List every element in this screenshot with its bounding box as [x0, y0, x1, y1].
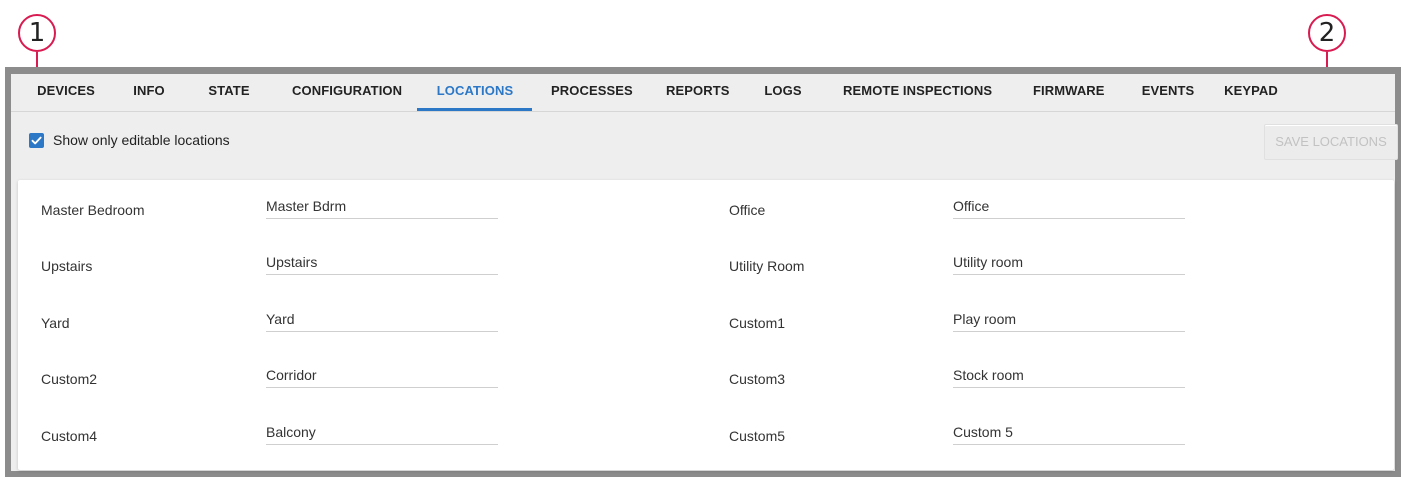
tab-events[interactable]: EVENTS	[1141, 74, 1195, 111]
location-input[interactable]: Office	[953, 197, 1185, 219]
tab-state[interactable]: STATE	[205, 74, 253, 111]
location-name: Yard	[41, 315, 70, 331]
editable-filter-label[interactable]: Show only editable locations	[53, 132, 230, 148]
tab-configuration[interactable]: CONFIGURATION	[292, 74, 402, 111]
location-input[interactable]: Corridor	[266, 366, 498, 388]
tab-bar: DEVICES INFO STATE CONFIGURATION LOCATIO…	[11, 74, 1395, 112]
location-input[interactable]: Stock room	[953, 366, 1185, 388]
location-name: Custom4	[41, 428, 98, 444]
tab-devices[interactable]: DEVICES	[37, 74, 95, 111]
tab-firmware[interactable]: FIRMWARE	[1033, 74, 1104, 111]
callout-marker-2: 2	[1308, 14, 1346, 52]
location-name: Master Bedroom	[41, 202, 145, 218]
tab-info[interactable]: INFO	[130, 74, 168, 111]
callout-marker-1: 1	[18, 14, 56, 52]
location-name: Custom1	[729, 315, 786, 331]
tab-keypad[interactable]: KEYPAD	[1223, 74, 1279, 111]
location-input[interactable]: Play room	[953, 310, 1185, 332]
location-input[interactable]: Yard	[266, 310, 498, 332]
app-frame: DEVICES INFO STATE CONFIGURATION LOCATIO…	[5, 67, 1401, 477]
location-input[interactable]: Master Bdrm	[266, 197, 498, 219]
location-input[interactable]: Upstairs	[266, 253, 498, 275]
check-icon	[31, 136, 42, 144]
tab-remote-inspections[interactable]: REMOTE INSPECTIONS	[843, 74, 992, 111]
location-name: Office	[729, 202, 766, 218]
location-name: Utility Room	[729, 258, 805, 274]
location-name: Custom3	[729, 371, 786, 387]
active-tab-indicator	[417, 108, 532, 111]
editable-filter: Show only editable locations	[29, 131, 230, 149]
location-input[interactable]: Balcony	[266, 423, 498, 445]
location-input[interactable]: Custom 5	[953, 423, 1185, 445]
editable-filter-checkbox[interactable]	[29, 132, 44, 148]
tab-reports[interactable]: REPORTS	[666, 74, 729, 111]
tab-processes[interactable]: PROCESSES	[551, 74, 633, 111]
locations-card: Master Bedroom Master Bdrm Office Office…	[18, 180, 1394, 470]
location-input[interactable]: Utility room	[953, 253, 1185, 275]
tab-locations[interactable]: LOCATIONS	[435, 74, 515, 111]
tab-logs[interactable]: LOGS	[763, 74, 803, 111]
location-name: Custom2	[41, 371, 98, 387]
save-locations-button[interactable]: SAVE LOCATIONS	[1264, 124, 1398, 160]
location-name: Custom5	[729, 428, 786, 444]
location-name: Upstairs	[41, 258, 93, 274]
